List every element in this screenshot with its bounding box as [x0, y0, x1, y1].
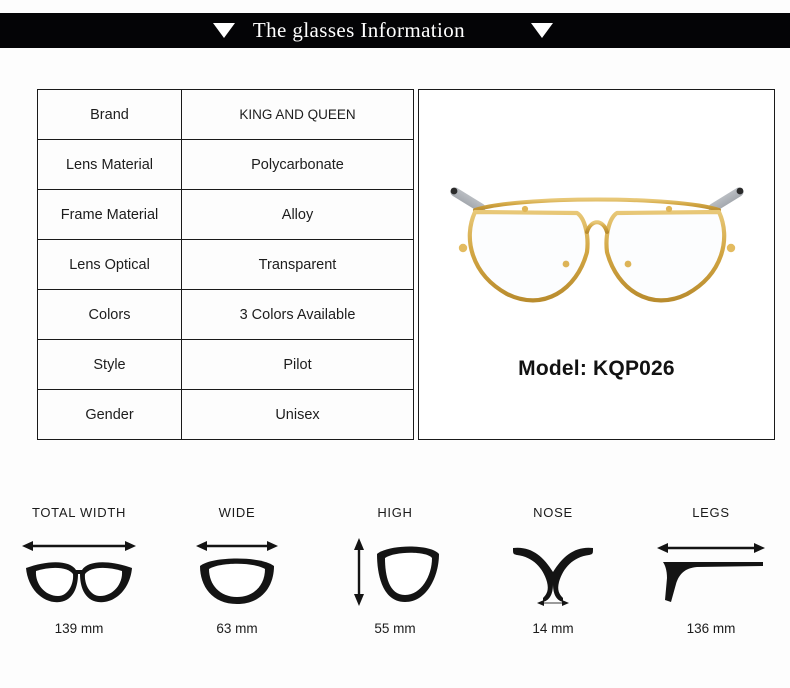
spec-value-lens-material: Polycarbonate [181, 139, 414, 190]
lens-width-icon [196, 541, 278, 604]
table-row: Lens Optical Transparent [37, 239, 414, 290]
spec-value-frame-material: Alloy [181, 189, 414, 240]
glasses-total-width-icon [22, 541, 136, 603]
spec-value-style: Pilot [181, 339, 414, 390]
spec-key-style: Style [37, 339, 182, 390]
spec-key-lens-optical: Lens Optical [37, 239, 182, 290]
measurement-wide: WIDE 63 mm [158, 505, 316, 636]
triangle-down-icon-left [212, 23, 235, 38]
table-row: Frame Material Alloy [37, 189, 414, 240]
table-row: Gender Unisex [37, 389, 414, 440]
table-row: Style Pilot [37, 339, 414, 390]
measurement-diagram [192, 534, 282, 610]
aviator-eyeglasses-photo [450, 187, 743, 303]
banner-content: The glasses Information [212, 18, 554, 43]
spec-value-brand: KING AND QUEEN [181, 89, 414, 140]
spec-table-body: Brand KING AND QUEEN Lens Material Polyc… [37, 89, 414, 440]
spec-key-frame-material: Frame Material [37, 189, 182, 240]
measurement-nose: NOSE 14 mm [474, 505, 632, 636]
measurement-label: HIGH [377, 505, 413, 520]
triangle-down-icon-right [531, 23, 554, 38]
spec-value-gender: Unisex [181, 389, 414, 440]
measurement-label: TOTAL WIDTH [31, 505, 127, 520]
product-model-label: Model: KQP026 [518, 357, 675, 380]
measurement-label: LEGS [692, 505, 730, 520]
measurement-high: HIGH 55 mm [316, 505, 474, 636]
measurements-strip: TOTAL WIDTH 139 mm WIDE 63 mm HIGH 55 mm… [0, 505, 790, 636]
product-photo-panel: Model: KQP026 [418, 89, 775, 440]
glasses-spec-table: Brand KING AND QUEEN Lens Material Polyc… [37, 89, 414, 440]
measurement-value: 136 mm [686, 621, 736, 636]
table-row: Lens Material Polycarbonate [37, 139, 414, 190]
spec-key-colors: Colors [37, 289, 182, 340]
table-row: Colors 3 Colors Available [37, 289, 414, 340]
spec-key-gender: Gender [37, 389, 182, 440]
measurement-label: WIDE [218, 505, 256, 520]
page-header-banner: The glasses Information [0, 13, 790, 48]
spec-key-brand: Brand [37, 89, 182, 140]
measurement-total-width: TOTAL WIDTH 139 mm [0, 505, 158, 636]
lens-height-icon [354, 538, 439, 606]
measurement-label: NOSE [533, 505, 573, 520]
measurement-diagram [18, 534, 140, 610]
measurement-value: 14 mm [532, 621, 574, 636]
measurement-legs: LEGS 136 mm [632, 505, 790, 636]
table-row: Brand KING AND QUEEN [37, 89, 414, 140]
page-title: The glasses Information [252, 18, 466, 42]
measurement-diagram [347, 534, 443, 610]
measurement-diagram [651, 534, 771, 610]
spec-key-lens-material: Lens Material [37, 139, 182, 190]
temple-arm-icon [657, 543, 765, 602]
nose-bridge-icon [513, 547, 593, 606]
measurement-value: 63 mm [216, 621, 258, 636]
spec-value-colors: 3 Colors Available [181, 289, 414, 340]
measurement-diagram [507, 534, 599, 610]
measurement-value: 55 mm [374, 621, 416, 636]
measurement-value: 139 mm [54, 621, 104, 636]
spec-value-lens-optical: Transparent [181, 239, 414, 290]
